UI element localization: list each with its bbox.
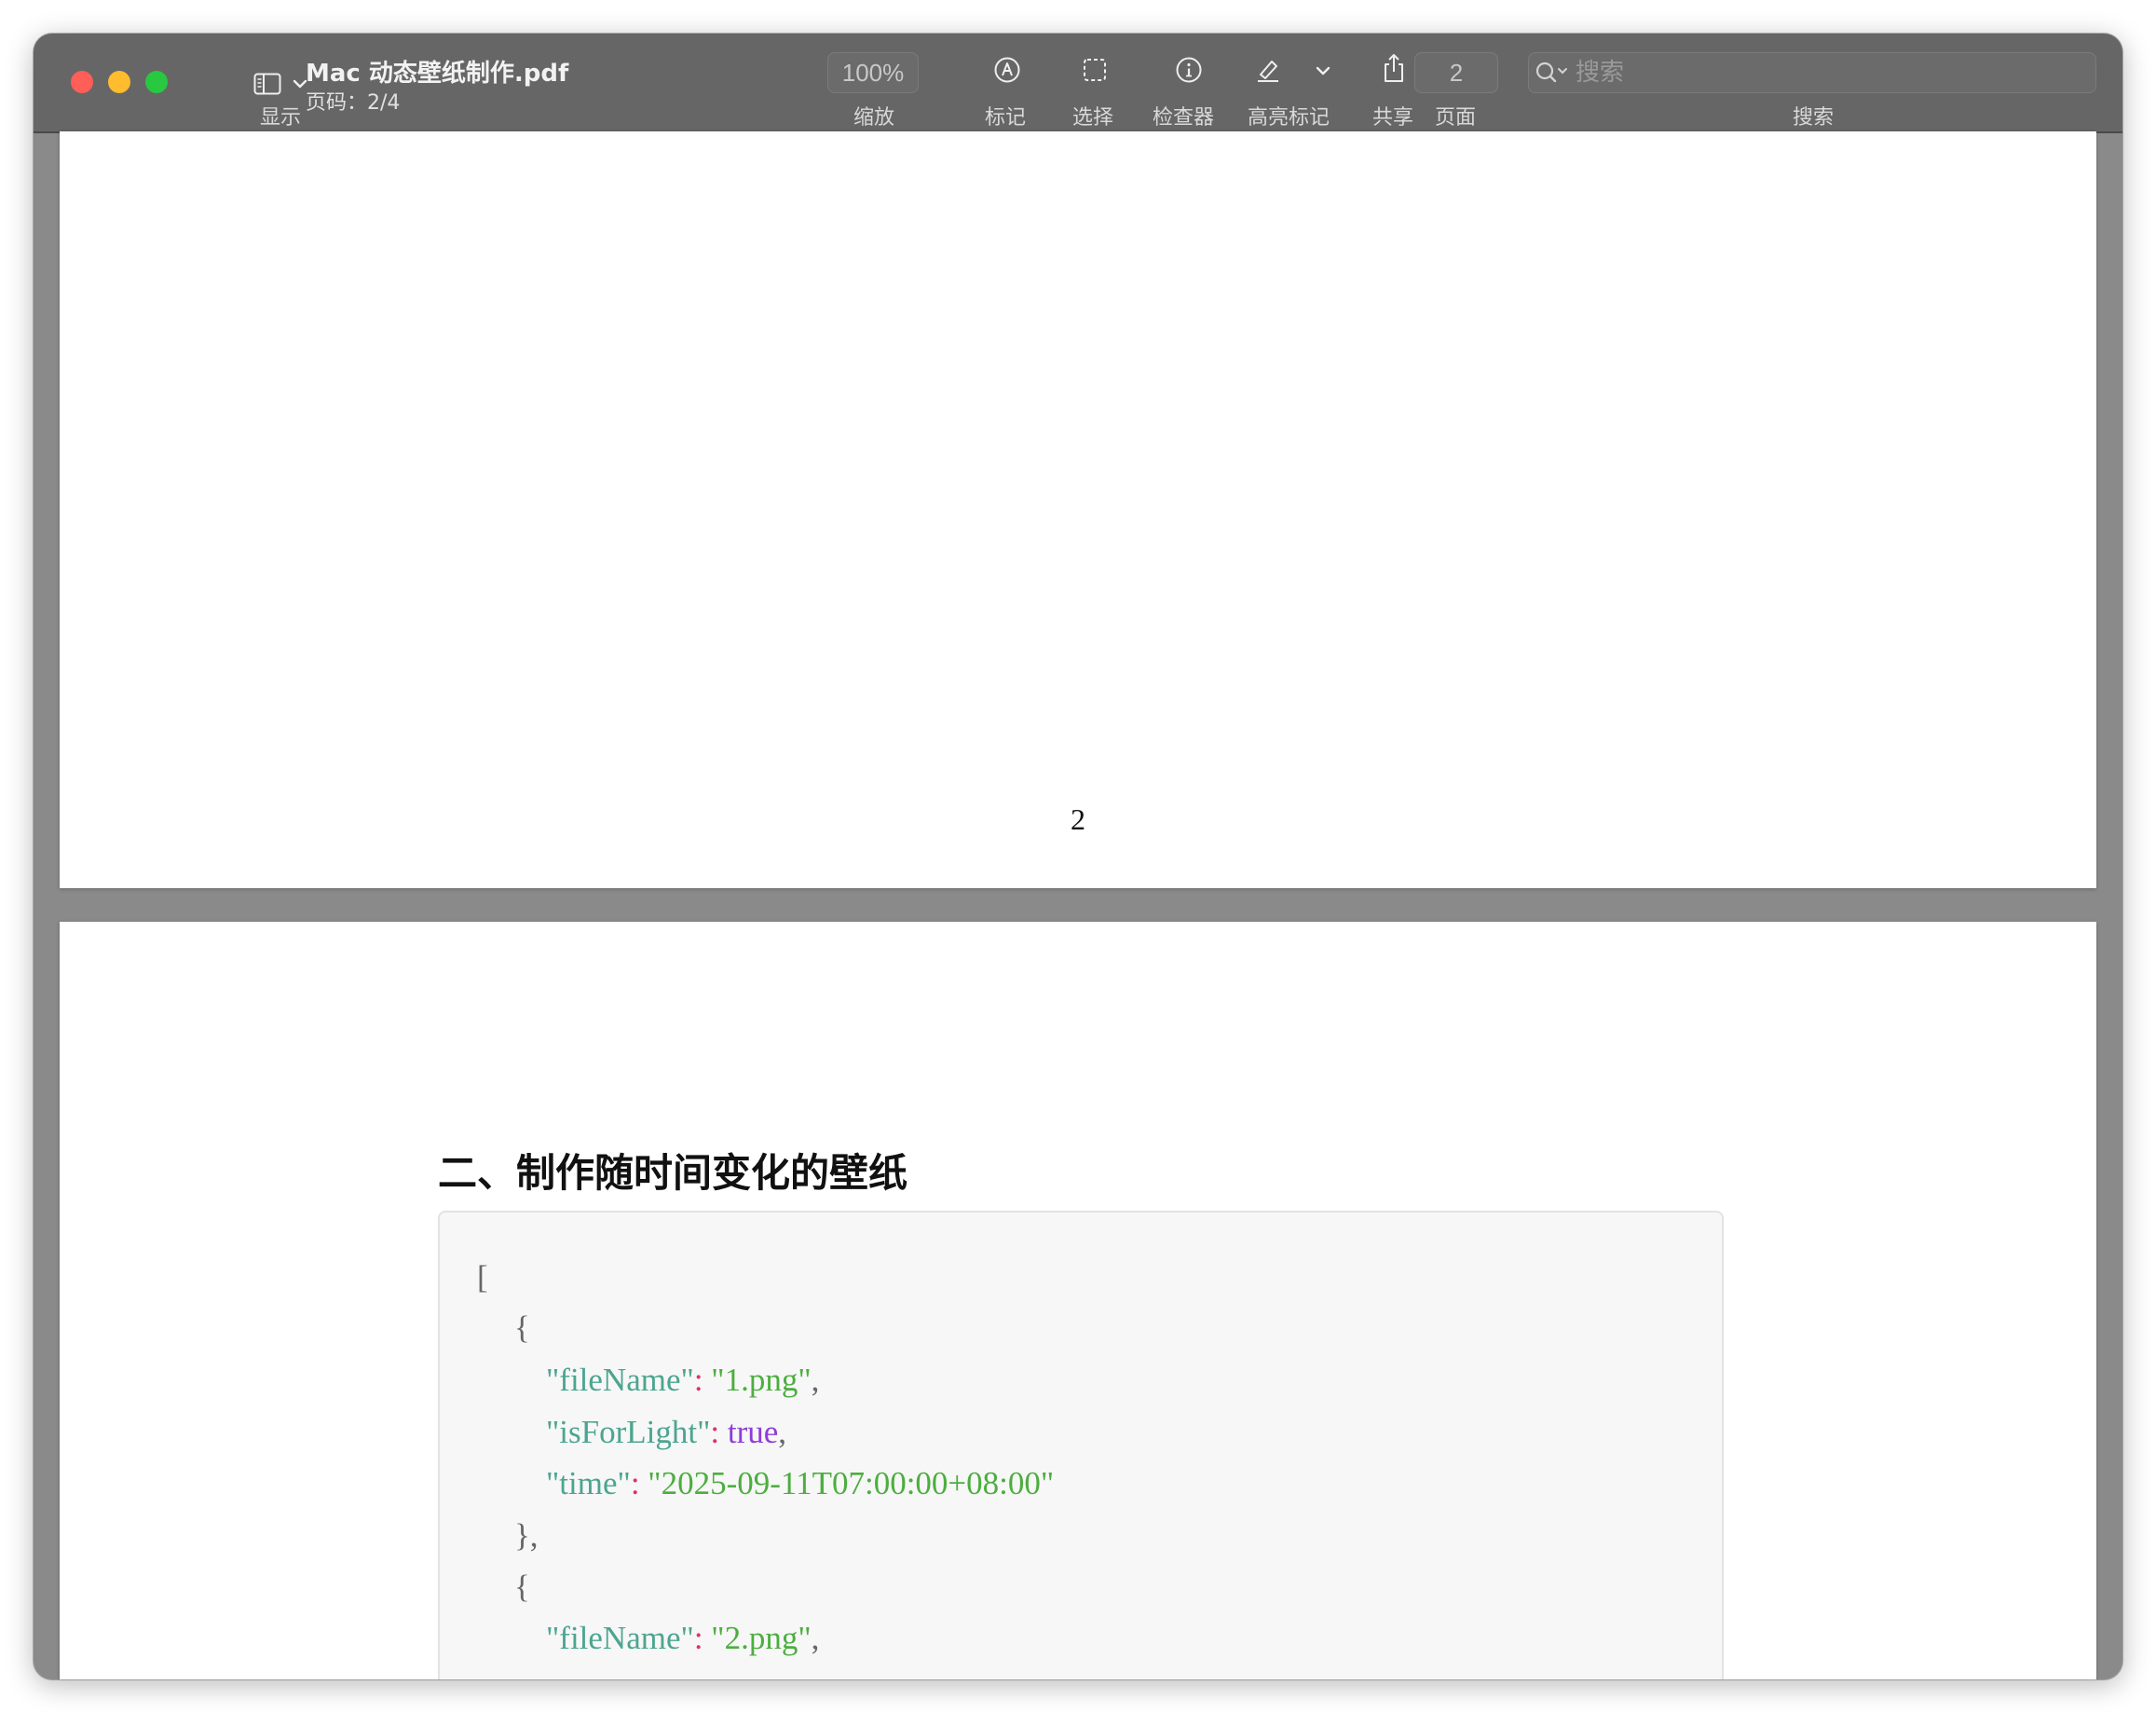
json-brace: {: [514, 1309, 530, 1346]
zoom-level-field[interactable]: 100%: [827, 52, 919, 93]
code-line: [: [477, 1259, 488, 1296]
json-quote: ": [798, 1362, 812, 1398]
share-icon: [1385, 54, 1403, 82]
code-line: "isForLight": true,: [546, 1414, 786, 1451]
code-line: },: [514, 1517, 539, 1555]
minimize-button[interactable]: [108, 71, 130, 93]
json-quote: ": [711, 1362, 725, 1398]
json-colon: :: [693, 1362, 703, 1398]
json-quote: ": [546, 1620, 560, 1656]
dashed-rect-icon: [1084, 59, 1106, 81]
page-number-field[interactable]: 2: [1414, 52, 1498, 93]
json-colon: :: [693, 1620, 703, 1656]
json-quote: ": [546, 1362, 560, 1398]
code-line: "time": "2025-09-11T07:00:00+08:00": [546, 1465, 1054, 1502]
pen-circle-icon: [994, 57, 1020, 83]
code-line: {: [514, 1569, 530, 1606]
json-quote: ": [798, 1620, 812, 1656]
preview-window: 显示 Mac 动态壁纸制作.pdf 页码：2/4 100% 缩放 标记 选择 检…: [34, 34, 2122, 1679]
json-key: fileName: [559, 1620, 681, 1656]
json-quote: ": [617, 1465, 631, 1501]
json-bool: true: [727, 1414, 779, 1450]
zoom-label: 缩放: [853, 106, 895, 130]
code-line: "fileName": "1.png",: [546, 1362, 819, 1399]
magnifier-icon: [1535, 62, 1567, 83]
json-quote: ": [546, 1414, 560, 1450]
section-heading: 二、制作随时间变化的壁纸: [438, 1150, 908, 1196]
chevron-down-icon[interactable]: [1316, 65, 1330, 76]
page-number: 2: [1071, 802, 1085, 836]
json-quote: ": [711, 1620, 725, 1656]
sidebar-icon: [253, 73, 281, 95]
close-button[interactable]: [71, 71, 93, 93]
zoom-window-button[interactable]: [145, 71, 168, 93]
inspector-label: 检查器: [1153, 106, 1215, 130]
markup-label: 标记: [985, 106, 1027, 130]
json-bracket: [: [477, 1259, 488, 1295]
json-quote: ": [1040, 1465, 1055, 1501]
code-line: "fileName": "2.png",: [546, 1620, 819, 1657]
inspector-button[interactable]: 检查器: [1142, 52, 1235, 130]
json-quote: ": [697, 1414, 711, 1450]
pdf-page-3: 二、制作随时间变化的壁纸 [ { "fileName": "1.png", "i…: [60, 922, 2096, 1679]
json-comma: ,: [811, 1620, 820, 1656]
pdf-page-2: 2: [60, 131, 2096, 888]
json-colon: :: [630, 1465, 640, 1501]
json-string: 2025-09-11T07:00:00+08:00: [661, 1465, 1041, 1501]
search-field[interactable]: [1528, 52, 2096, 93]
select-button[interactable]: 选择: [1053, 52, 1137, 130]
highlight-label: 高亮标记: [1248, 106, 1330, 130]
search-input[interactable]: [1576, 53, 2079, 92]
code-block: [ { "fileName": "1.png", "isForLight": t…: [438, 1211, 1724, 1679]
json-brace: },: [514, 1517, 539, 1554]
json-key: isForLight: [559, 1414, 698, 1450]
document-title: Mac 动态壁纸制作.pdf: [306, 60, 569, 88]
highlight-button[interactable]: 高亮标记: [1245, 52, 1360, 130]
json-quote: ": [680, 1620, 694, 1656]
search-label: 搜索: [1793, 106, 1835, 130]
json-quote: ": [546, 1465, 560, 1501]
highlighter-icon: [1258, 61, 1278, 82]
json-comma: ,: [778, 1414, 787, 1450]
info-icon: [1176, 57, 1202, 83]
json-quote: ": [648, 1465, 662, 1501]
json-brace: {: [514, 1569, 530, 1605]
page-label: 页面: [1435, 106, 1477, 130]
select-label: 选择: [1072, 106, 1114, 130]
share-label: 共享: [1372, 106, 1414, 130]
json-key: fileName: [559, 1362, 681, 1398]
markup-button[interactable]: 标记: [965, 52, 1049, 130]
json-colon: :: [710, 1414, 720, 1450]
json-comma: ,: [811, 1362, 820, 1398]
json-key: time: [559, 1465, 618, 1501]
title-bar: 显示 Mac 动态壁纸制作.pdf 页码：2/4 100% 缩放 标记 选择 检…: [34, 34, 2122, 133]
display-label: 显示: [260, 106, 302, 130]
json-quote: ": [680, 1362, 694, 1398]
code-line: {: [514, 1309, 530, 1347]
json-string: 1.png: [724, 1362, 798, 1398]
page-indicator: 页码：2/4: [306, 91, 401, 115]
json-string: 2.png: [724, 1620, 798, 1656]
